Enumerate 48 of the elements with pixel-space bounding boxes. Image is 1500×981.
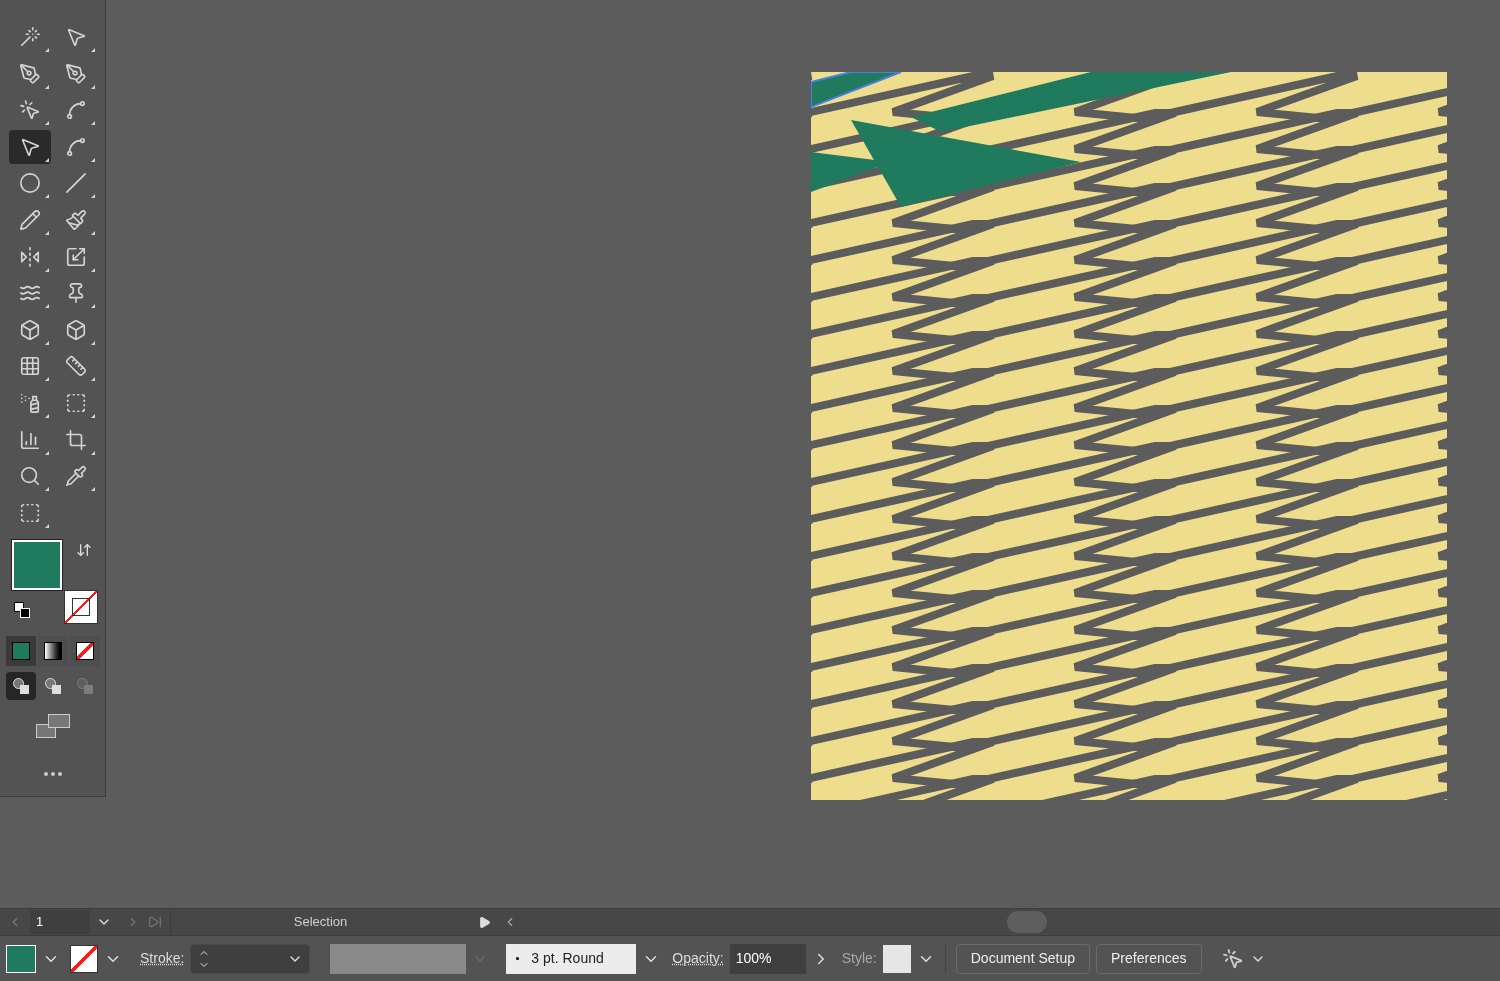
- variable-width-field[interactable]: [330, 943, 467, 974]
- curve-icon: [64, 99, 87, 122]
- scale-icon: [64, 245, 87, 268]
- line-icon: [64, 172, 87, 195]
- paintbrush-icon: [64, 208, 87, 231]
- reflect-icon: [18, 245, 41, 268]
- color-mode-button[interactable]: [69, 635, 100, 666]
- pencil-icon: [18, 208, 41, 231]
- style-label: Style:: [841, 949, 877, 968]
- eyedropper-icon: [64, 465, 87, 488]
- crop-icon: [64, 428, 87, 451]
- opacity-label: Opacity:: [672, 949, 724, 968]
- ruler-icon: [64, 355, 87, 378]
- stroke-swatch[interactable]: [63, 589, 98, 624]
- stroke-label: Stroke:: [140, 949, 185, 968]
- default-colors-icon[interactable]: [13, 601, 30, 618]
- cube-icon: [64, 318, 87, 341]
- pen-icon: [18, 62, 41, 85]
- stroke-color-swatch[interactable]: [70, 944, 98, 973]
- toolbar-button[interactable]: Preferences: [1096, 943, 1202, 974]
- dashed-square-icon: [64, 391, 87, 414]
- spray-can-icon: [18, 391, 41, 414]
- transform-pointer-icon[interactable]: [1221, 947, 1244, 970]
- magic-wand-icon: [18, 26, 41, 48]
- tool-button[interactable]: [8, 129, 51, 164]
- color-mode-button[interactable]: [37, 635, 68, 666]
- play-icon[interactable]: [478, 915, 491, 929]
- artboard-icon: [18, 501, 41, 524]
- status-text: Selection: [170, 910, 470, 934]
- ellipse-icon: [18, 172, 41, 195]
- arc-icon: [64, 135, 87, 158]
- swap-arrow-icon[interactable]: [75, 541, 92, 558]
- draw-mode-button[interactable]: [5, 671, 36, 700]
- style-swatch[interactable]: [882, 944, 911, 973]
- fill-swatch[interactable]: [11, 539, 62, 590]
- bar-chart-icon: [18, 428, 41, 451]
- toolbar-button[interactable]: Document Setup: [955, 943, 1091, 974]
- opacity-field[interactable]: 100%: [729, 943, 806, 974]
- grid-icon: [18, 355, 41, 378]
- search-icon: [18, 465, 41, 488]
- color-mode-button[interactable]: [5, 635, 36, 666]
- screen-mode-icon[interactable]: [35, 713, 70, 738]
- fill-color-swatch[interactable]: [6, 944, 36, 973]
- pen-icon: [64, 62, 87, 85]
- stroke-weight-field[interactable]: [190, 943, 311, 974]
- artboard-number-field[interactable]: 1: [30, 910, 90, 934]
- brush-field[interactable]: 3 pt. Round: [506, 943, 637, 974]
- arrow-pointer-icon: [18, 99, 41, 122]
